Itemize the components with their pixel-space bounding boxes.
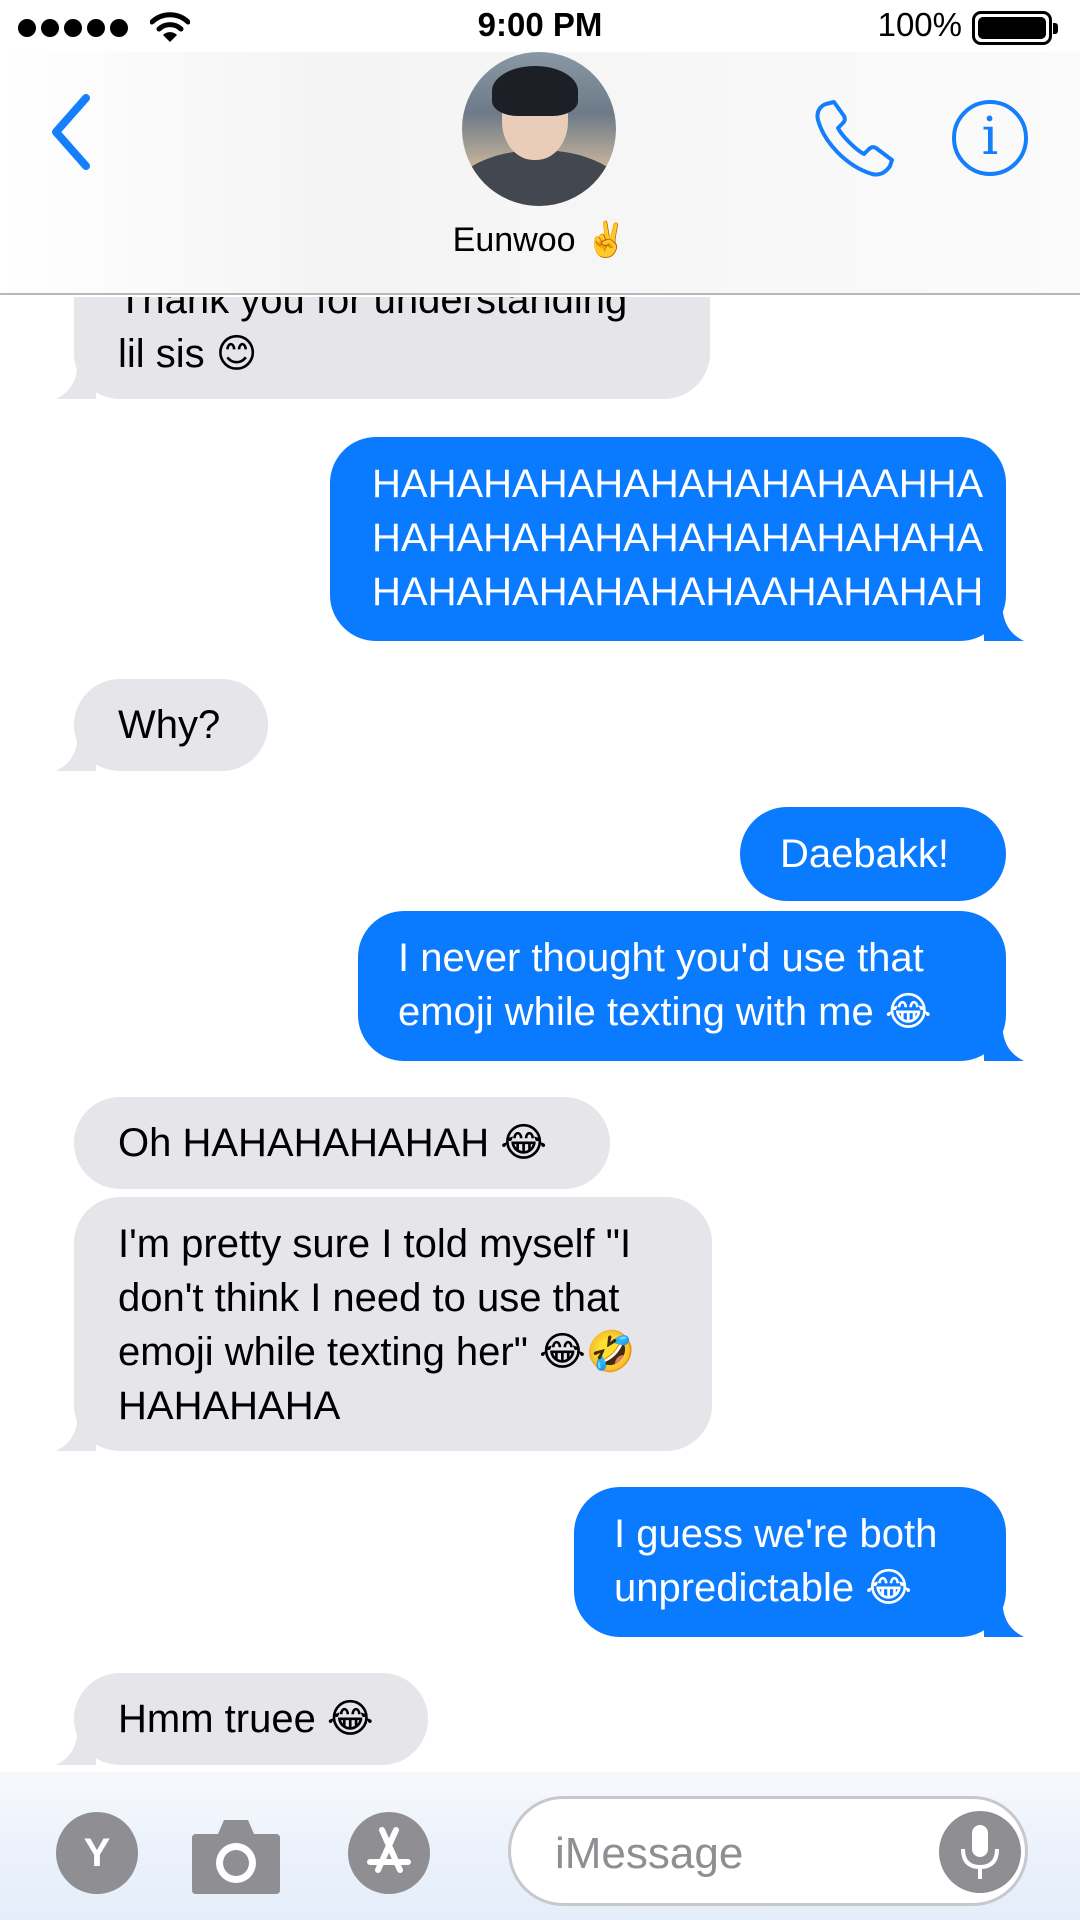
camera-icon[interactable] [190, 1812, 282, 1896]
message-sent[interactable]: Daebakk! [740, 807, 1006, 901]
status-bar: 9:00 PM 100% [0, 0, 1080, 52]
battery-icon [972, 11, 1058, 45]
message-sent[interactable]: I guess we're both unpredictable 😂 [574, 1487, 1024, 1637]
message-list: Thank you for understanding lil sis 😊 HA… [0, 297, 1080, 1770]
message-input-box[interactable] [508, 1796, 1028, 1906]
phone-call-icon[interactable] [812, 98, 896, 178]
info-icon[interactable]: i [952, 100, 1028, 176]
message-sent[interactable]: I never thought you'd use that emoji whi… [358, 911, 1024, 1061]
avatar[interactable] [462, 52, 616, 206]
composer-bar: Y [0, 1772, 1080, 1920]
message-input[interactable] [555, 1827, 915, 1881]
microphone-icon [961, 1825, 999, 1879]
app-store-icon[interactable] [348, 1812, 438, 1900]
message-received[interactable]: Oh HAHAHAHAHAH 😂 [74, 1097, 610, 1189]
y-app-button[interactable]: Y [56, 1812, 138, 1894]
message-received[interactable]: I'm pretty sure I told myself "I don't t… [56, 1197, 712, 1451]
message-received[interactable]: Why? [56, 679, 268, 771]
app-store-glyph-icon [367, 1827, 411, 1873]
battery-percent: 100% [877, 6, 962, 43]
message-received[interactable]: Thank you for understanding lil sis 😊 [56, 297, 710, 399]
conversation-header: Eunwoo ✌️ i [0, 52, 1080, 295]
message-received[interactable]: Hmm truee 😂 [56, 1673, 428, 1765]
back-chevron-icon[interactable] [46, 92, 96, 172]
contact-name[interactable]: Eunwoo ✌️ [0, 220, 1080, 260]
microphone-button[interactable] [939, 1811, 1021, 1893]
message-sent[interactable]: HAHAHAHAHAHAHAHAHAAHHA HAHAHAHAHAHAHAHAH… [330, 437, 1024, 641]
